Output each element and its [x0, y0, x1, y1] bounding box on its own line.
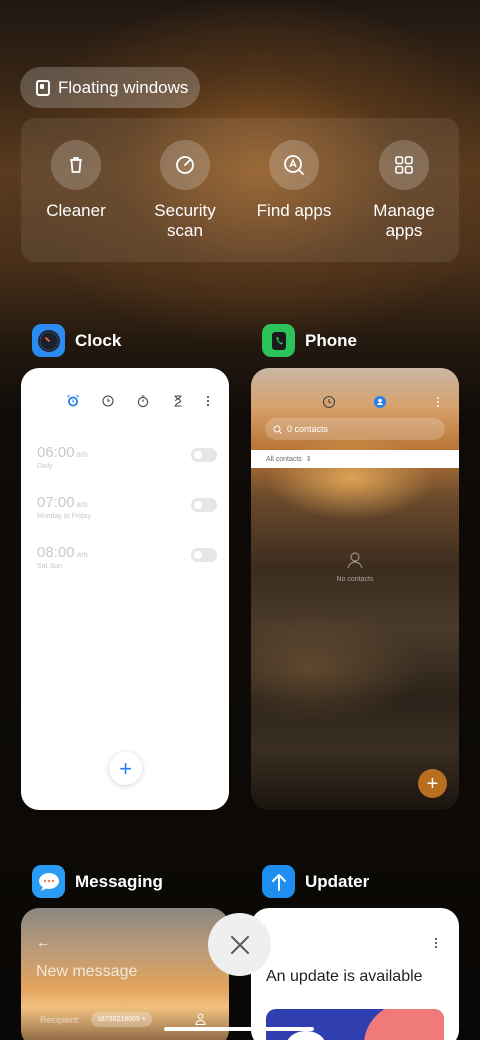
manage-apps-button[interactable]: Manage apps [354, 140, 454, 241]
back-arrow-icon[interactable]: ← [36, 934, 50, 950]
alarm-ampm: am [76, 550, 88, 559]
cleaner-label: Cleaner [46, 201, 106, 220]
recents-tab-icon[interactable] [322, 395, 336, 409]
recipient-label: Recipient: [40, 1015, 81, 1025]
alarm-time: 06:00 [37, 444, 75, 461]
manage-apps-label: Manage apps [373, 201, 435, 240]
remove-recipient-icon[interactable]: × [142, 1016, 146, 1023]
contacts-search-input[interactable]: 0 contacts [265, 418, 445, 440]
messaging-app-icon [32, 865, 65, 898]
alarm-repeat: Sat Sun [37, 563, 62, 570]
find-apps-icon [269, 140, 319, 190]
phone-app-icon [262, 324, 295, 357]
clock-app-icon [32, 324, 65, 357]
contacts-tab-icon[interactable] [373, 395, 387, 409]
home-indicator[interactable] [164, 1027, 314, 1031]
close-all-button[interactable] [208, 913, 271, 976]
alarm-item[interactable]: 06:00 am Daily [37, 444, 217, 470]
person-icon [347, 552, 363, 569]
alarm-item[interactable]: 08:00 am Sat Sun [37, 544, 217, 570]
alarm-ampm: am [76, 450, 88, 459]
messaging-app-card[interactable]: ← New message Recipient: 18730218809 × [21, 908, 229, 1040]
updater-app-name: Updater [305, 871, 370, 891]
alarm-time: 07:00 [37, 494, 75, 511]
search-placeholder: 0 contacts [287, 424, 329, 434]
security-scan-label: Security scan [154, 201, 216, 240]
alarm-item[interactable]: 07:00 am Monday to Friday [37, 494, 217, 520]
alarm-toggle[interactable] [191, 448, 217, 462]
floating-window-icon [36, 79, 50, 96]
clock-app-name: Clock [75, 330, 122, 350]
search-icon [273, 425, 282, 434]
stopwatch-tab-icon[interactable] [136, 394, 150, 408]
floating-windows-button[interactable]: Floating windows [20, 67, 200, 108]
updater-app-card[interactable]: An update is available [251, 908, 459, 1040]
phone-app-header[interactable]: Phone [262, 324, 357, 357]
update-title: An update is available [266, 968, 423, 985]
contacts-filter-dropdown[interactable]: All contacts ⇕ [251, 450, 459, 468]
clock-app-card[interactable]: 06:00 am Daily 07:00 am Monday to Friday 0… [21, 368, 229, 810]
floating-windows-label: Floating windows [58, 77, 189, 97]
phone-app-card[interactable]: 0 contacts All contacts ⇕ No contacts + [251, 368, 459, 810]
alarm-toggle[interactable] [191, 548, 217, 562]
find-apps-button[interactable]: Find apps [244, 140, 344, 221]
messaging-app-header[interactable]: Messaging [32, 865, 163, 898]
alarm-tab-icon[interactable] [66, 394, 80, 408]
cleaner-button[interactable]: Cleaner [26, 140, 126, 221]
dropdown-icon: ⇕ [305, 456, 312, 463]
alarm-time: 08:00 [37, 544, 75, 561]
alarm-repeat: Monday to Friday [37, 513, 92, 520]
security-scan-button[interactable]: Security scan [135, 140, 235, 241]
alarm-ampm: am [76, 500, 88, 509]
more-options-icon[interactable] [431, 937, 441, 949]
empty-state-text: No contacts [336, 576, 374, 583]
more-options-icon[interactable] [431, 395, 445, 409]
add-contact-button[interactable]: + [418, 769, 447, 798]
quick-actions-panel: Cleaner Security scan Find apps Manage a… [21, 118, 459, 262]
world-clock-tab-icon[interactable] [101, 394, 115, 408]
phone-app-name: Phone [305, 330, 357, 350]
update-banner [266, 1009, 444, 1040]
clock-tabs [21, 394, 229, 410]
filter-label: All contacts [266, 455, 302, 463]
close-icon [230, 935, 249, 954]
updater-app-header[interactable]: Updater [262, 865, 369, 898]
recipient-value: 18730218809 [97, 1016, 140, 1023]
find-apps-label: Find apps [256, 201, 332, 220]
alarm-repeat: Daily [37, 463, 53, 470]
recipient-chip[interactable]: 18730218809 × [91, 1012, 152, 1027]
timer-tab-icon[interactable] [171, 394, 185, 408]
add-alarm-button[interactable]: + [109, 752, 142, 785]
trash-icon [51, 140, 101, 190]
new-message-title: New message [36, 963, 138, 980]
clock-app-header[interactable]: Clock [32, 324, 121, 357]
grid-icon [379, 140, 429, 190]
messaging-app-name: Messaging [75, 871, 163, 891]
more-options-icon[interactable] [201, 394, 215, 408]
updater-app-icon [262, 865, 295, 898]
alarm-toggle[interactable] [191, 498, 217, 512]
contact-picker-icon[interactable] [195, 1013, 206, 1025]
security-scan-icon [160, 140, 210, 190]
